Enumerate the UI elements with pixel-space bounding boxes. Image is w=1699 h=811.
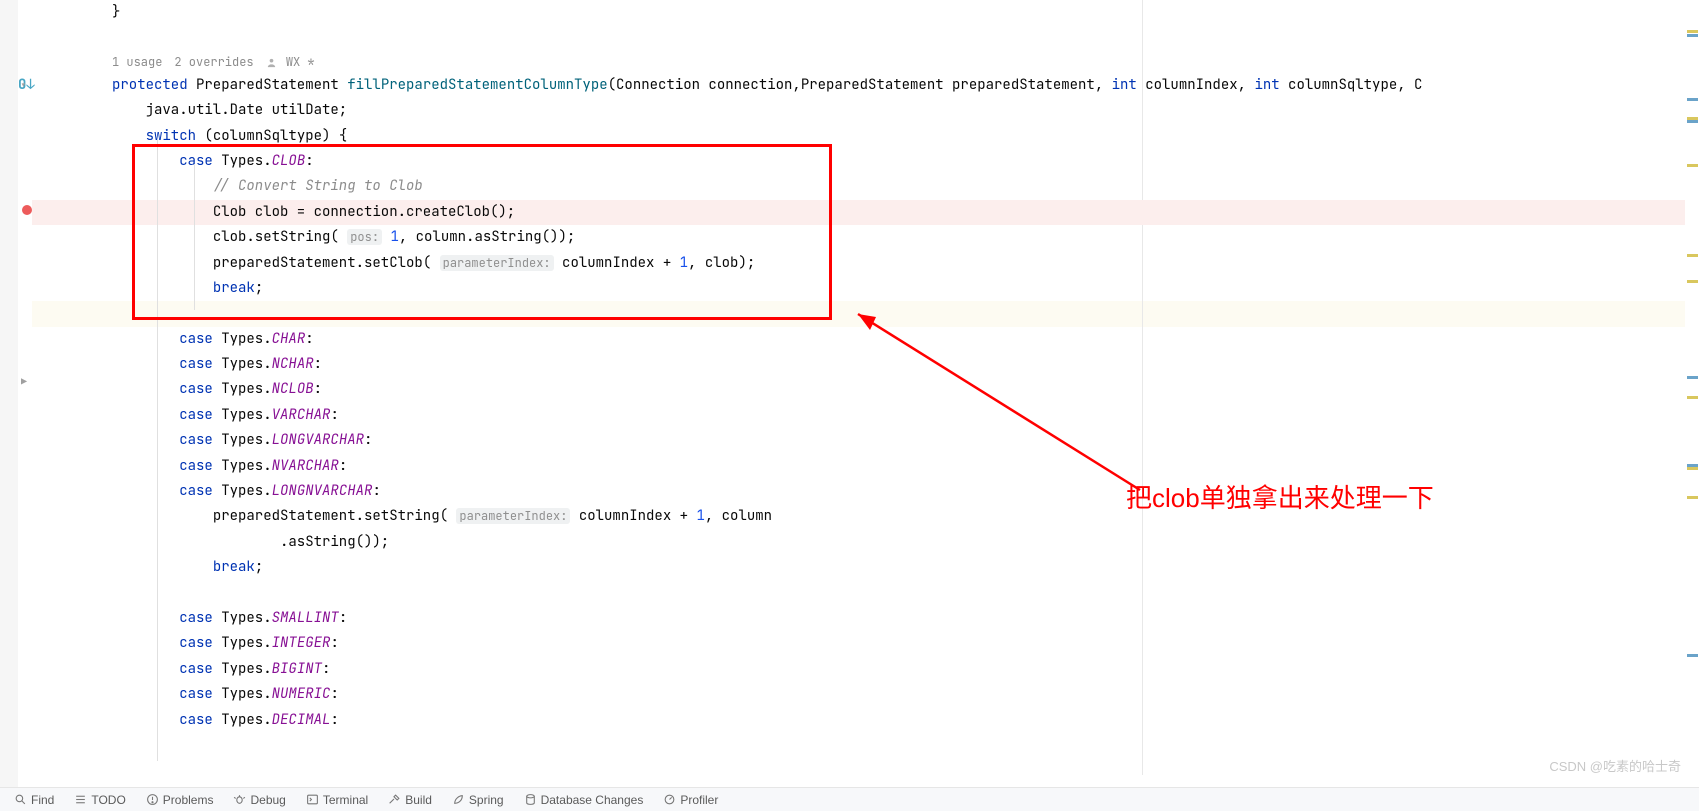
- hammer-icon: [388, 793, 401, 806]
- code-line: case Types.NVARCHAR:: [112, 454, 1699, 479]
- code-line: case Types.CLOB:: [112, 149, 1699, 174]
- code-line: case Types.CHAR:: [112, 327, 1699, 352]
- bug-icon: [233, 793, 246, 806]
- terminal-icon: [306, 793, 319, 806]
- gutter-left: [0, 0, 18, 811]
- toolbar-db-changes[interactable]: Database Changes: [524, 793, 644, 807]
- code-line: case Types.NCHAR:: [112, 352, 1699, 377]
- code-line: case Types.NUMERIC:: [112, 682, 1699, 707]
- toolbar-debug[interactable]: Debug: [233, 793, 285, 807]
- toolbar-find[interactable]: Find: [14, 793, 54, 807]
- indent-guide: [157, 140, 158, 761]
- code-line: .asString());: [112, 530, 1699, 555]
- code-line: Clob clob = connection.createClob();: [112, 200, 1699, 225]
- code-line: case Types.DECIMAL:: [112, 708, 1699, 733]
- breakpoint-icon[interactable]: [22, 205, 32, 215]
- inlay-hint: parameterIndex:: [440, 255, 554, 271]
- watermark: CSDN @吃素的哈士奇: [1549, 756, 1681, 775]
- toolbar-problems[interactable]: Problems: [146, 793, 214, 807]
- code-line: [112, 301, 1699, 326]
- code-line: case Types.SMALLINT:: [112, 606, 1699, 631]
- gutter-fold: O↓ ▾ ▶: [18, 0, 32, 811]
- code-line: switch (columnSqltype) {: [112, 124, 1699, 149]
- inlay-meta: 1 usage 2 overrides WX *: [112, 51, 1699, 73]
- code-line: case Types.BIGINT:: [112, 657, 1699, 682]
- code-line: protected PreparedStatement fillPrepared…: [112, 73, 1699, 98]
- overrides-hint[interactable]: 2 overrides: [174, 51, 253, 73]
- warning-icon: [146, 793, 159, 806]
- inlay-hint: pos:: [347, 229, 382, 245]
- code-line: case Types.VARCHAR:: [112, 403, 1699, 428]
- database-icon: [524, 793, 537, 806]
- code-line: preparedStatement.setString( parameterIn…: [112, 504, 1699, 529]
- leaf-icon: [452, 793, 465, 806]
- code-line: case Types.NCLOB:: [112, 377, 1699, 402]
- indent-guide: [194, 164, 195, 310]
- list-icon: [74, 793, 87, 806]
- inlay-hint: parameterIndex:: [456, 508, 570, 524]
- author-hint[interactable]: WX *: [266, 51, 315, 73]
- toolbar-build[interactable]: Build: [388, 793, 432, 807]
- code-line: case Types.INTEGER:: [112, 631, 1699, 656]
- toolbar-terminal[interactable]: Terminal: [306, 793, 368, 807]
- toolbar-profiler[interactable]: Profiler: [663, 793, 718, 807]
- code-editor[interactable]: } 1 usage 2 overrides WX * protected Pre…: [38, 0, 1699, 775]
- search-icon: [14, 793, 27, 806]
- usages-hint[interactable]: 1 usage: [112, 51, 162, 73]
- bottom-toolbar: Find TODO Problems Debug Terminal Build …: [0, 787, 1699, 811]
- code-line: // Convert String to Clob: [112, 174, 1699, 199]
- person-icon: [266, 57, 277, 68]
- annotation-label: 把clob单独拿出来处理一下: [1126, 478, 1434, 515]
- toolbar-todo[interactable]: TODO: [74, 793, 125, 807]
- code-line: clob.setString( pos: 1, column.asString(…: [112, 225, 1699, 250]
- code-line: case Types.LONGNVARCHAR:: [112, 479, 1699, 504]
- code-line: preparedStatement.setClob( parameterInde…: [112, 251, 1699, 276]
- toolbar-spring[interactable]: Spring: [452, 793, 504, 807]
- fold-icon[interactable]: ▾: [20, 79, 27, 93]
- gauge-icon: [663, 793, 676, 806]
- code-line: case Types.LONGVARCHAR:: [112, 428, 1699, 453]
- fold-icon[interactable]: ▶: [21, 375, 27, 388]
- right-scroll-marks: [1685, 0, 1699, 775]
- code-line: java.util.Date utilDate;: [112, 98, 1699, 123]
- code-line: break;: [112, 276, 1699, 301]
- code-line: break;: [112, 555, 1699, 580]
